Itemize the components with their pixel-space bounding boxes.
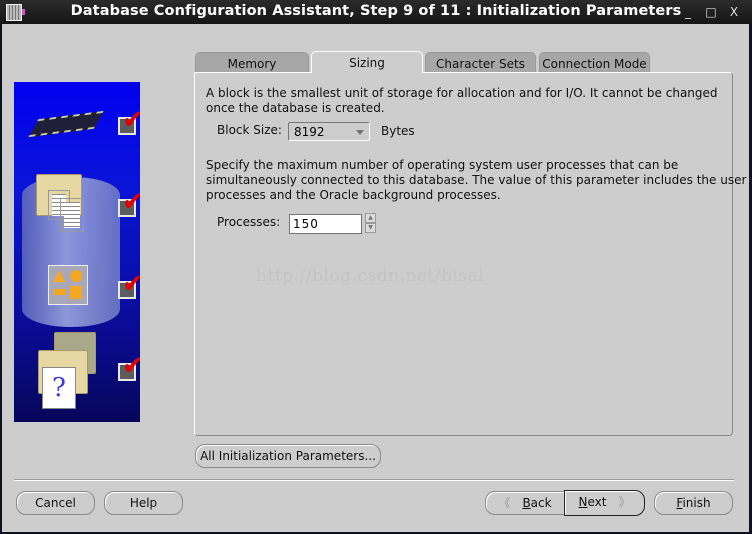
processes-label: Processes:: [217, 215, 281, 229]
processes-description-line-3: processes and the Oracle background proc…: [206, 188, 501, 202]
step-progress-image: ?: [14, 82, 140, 422]
step-3-checkmark-icon: [118, 269, 140, 299]
watermark: http://blog.csdn.net/bisal: [256, 266, 485, 286]
tab-character-sets[interactable]: Character Sets: [425, 52, 536, 72]
tab-connection-mode[interactable]: Connection Mode: [539, 52, 650, 72]
back-label: ack: [530, 496, 552, 510]
block-size-value: 8192: [294, 125, 325, 139]
finish-button[interactable]: Finish: [654, 491, 733, 515]
help-document-icon: ?: [42, 367, 76, 409]
chevron-down-icon[interactable]: [356, 130, 364, 135]
separator: [14, 479, 734, 481]
title-bar: Database Configuration Assistant, Step 9…: [0, 0, 752, 24]
minimize-icon[interactable]: _: [680, 4, 696, 20]
close-icon[interactable]: X: [726, 4, 742, 20]
step-2-checkmark-icon: [118, 187, 140, 217]
processes-description-line-1: Specify the maximum number of operating …: [206, 158, 679, 172]
block-size-unit: Bytes: [381, 124, 415, 138]
processes-input[interactable]: 150: [289, 214, 362, 234]
dialog-window: ? Memory Sizing Character Sets Connectio…: [2, 24, 749, 532]
document-icon: [60, 198, 84, 232]
chevron-right-icon: 》: [618, 495, 631, 509]
spinner-down-icon[interactable]: ▼: [365, 223, 376, 233]
block-size-label: Block Size:: [217, 123, 282, 137]
step-1-checkmark-icon: [118, 105, 140, 135]
chevron-left-icon: 《: [498, 496, 511, 510]
memory-chip-icon: [28, 110, 104, 138]
tab-memory[interactable]: Memory: [195, 52, 309, 72]
all-initialization-parameters-button[interactable]: All Initialization Parameters...: [195, 444, 381, 468]
cancel-button[interactable]: Cancel: [16, 491, 95, 515]
processes-stepper[interactable]: ▲ ▼: [365, 213, 376, 235]
shapes-icon: [48, 265, 88, 305]
window-title: Database Configuration Assistant, Step 9…: [70, 3, 682, 19]
processes-value: 150: [293, 217, 319, 231]
processes-description-line-2: simultaneously connected to this databas…: [206, 173, 747, 187]
block-size-dropdown[interactable]: 8192: [288, 122, 370, 141]
maximize-icon[interactable]: □: [703, 4, 719, 20]
back-button[interactable]: 《 Back: [485, 491, 565, 515]
step-4-checkmark-icon: [118, 351, 140, 381]
spinner-up-icon[interactable]: ▲: [365, 213, 376, 223]
back-mnemonic: B: [522, 496, 531, 510]
block-description-line-2: once the database is created.: [206, 101, 385, 115]
block-description-line-1: A block is the smallest unit of storage …: [206, 86, 718, 100]
next-label: ext: [587, 495, 607, 509]
finish-label: inish: [682, 496, 711, 510]
next-button[interactable]: Next 》: [564, 490, 645, 516]
help-button[interactable]: Help: [104, 491, 183, 515]
tab-sizing[interactable]: Sizing: [311, 51, 423, 73]
